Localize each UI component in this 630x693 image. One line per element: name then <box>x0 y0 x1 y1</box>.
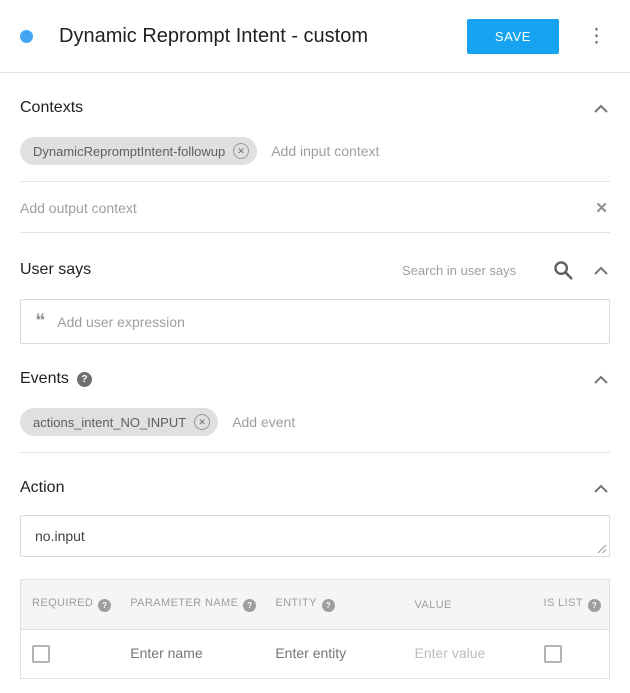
content: Contexts DynamicRepromptIntent-followup … <box>0 99 630 693</box>
add-user-expression-field[interactable] <box>57 314 595 330</box>
action-section-header: Action <box>20 479 610 497</box>
input-context-chip: DynamicRepromptIntent-followup ✕ <box>20 137 257 165</box>
parameter-name-help-icon[interactable]: ? <box>243 599 256 612</box>
events-help-icon[interactable]: ? <box>77 372 92 387</box>
kebab-menu-icon[interactable]: ⋮ <box>581 23 612 50</box>
events-collapse-chevron-up-icon[interactable] <box>592 373 610 386</box>
is-list-checkbox[interactable] <box>544 645 562 663</box>
parameters-table: REQUIRED? PARAMETER NAME? ENTITY? VALUE … <box>20 579 610 679</box>
add-event-field[interactable] <box>232 414 610 430</box>
value-field[interactable] <box>415 645 525 661</box>
action-collapse-chevron-up-icon[interactable] <box>592 482 610 495</box>
required-help-icon[interactable]: ? <box>98 599 111 612</box>
action-value[interactable]: no.input <box>35 528 85 544</box>
contexts-section-header: Contexts <box>20 99 610 117</box>
contexts-title: Contexts <box>20 99 83 117</box>
chip-close-icon[interactable]: ✕ <box>194 414 210 430</box>
add-input-context-field[interactable] <box>271 143 610 159</box>
events-row: actions_intent_NO_INPUT ✕ <box>20 408 610 436</box>
entity-help-icon[interactable]: ? <box>322 599 335 612</box>
events-underline <box>20 452 610 453</box>
output-context-row: ✕ <box>20 182 610 232</box>
output-context-underline <box>20 232 610 233</box>
search-user-says-input[interactable] <box>402 263 534 278</box>
contexts-collapse-chevron-up-icon[interactable] <box>592 102 610 115</box>
entity-field[interactable] <box>275 645 395 661</box>
add-output-context-field[interactable] <box>20 200 593 216</box>
column-header-parameter-name: PARAMETER NAME? <box>119 580 264 630</box>
intent-dot-icon <box>20 30 33 43</box>
user-says-collapse-chevron-up-icon[interactable] <box>592 264 610 277</box>
input-contexts-row: DynamicRepromptIntent-followup ✕ <box>20 137 610 165</box>
header-divider <box>0 72 630 73</box>
user-says-title: User says <box>20 261 91 279</box>
user-expression-box: ❝ <box>20 299 610 344</box>
input-context-chip-label: DynamicRepromptIntent-followup <box>33 144 225 159</box>
parameter-name-field[interactable] <box>130 645 256 661</box>
event-chip-label: actions_intent_NO_INPUT <box>33 415 186 430</box>
events-title: Events <box>20 370 69 388</box>
chip-close-icon[interactable]: ✕ <box>233 143 249 159</box>
intent-header: Dynamic Reprompt Intent - custom SAVE ⋮ <box>0 0 630 72</box>
resize-handle-icon[interactable] <box>597 544 607 554</box>
event-chip: actions_intent_NO_INPUT ✕ <box>20 408 218 436</box>
save-button[interactable]: SAVE <box>467 19 559 54</box>
intent-editor-page: Dynamic Reprompt Intent - custom SAVE ⋮ … <box>0 0 630 693</box>
required-checkbox[interactable] <box>32 645 50 663</box>
page-title: Dynamic Reprompt Intent - custom <box>59 25 467 48</box>
parameter-row <box>21 630 610 679</box>
column-header-is-list: IS LIST? <box>533 580 610 630</box>
column-header-entity: ENTITY? <box>264 580 403 630</box>
is-list-help-icon[interactable]: ? <box>588 599 601 612</box>
column-header-required: REQUIRED? <box>21 580 120 630</box>
search-icon[interactable] <box>552 259 574 281</box>
events-section-header: Events ? <box>20 370 610 388</box>
action-input-box[interactable]: no.input <box>20 515 610 557</box>
quote-icon: ❝ <box>35 312 45 331</box>
column-header-value: VALUE <box>404 580 533 630</box>
parameters-table-header-row: REQUIRED? PARAMETER NAME? ENTITY? VALUE … <box>21 580 610 630</box>
clear-contexts-icon[interactable]: ✕ <box>593 199 610 217</box>
user-says-section-header: User says <box>20 259 610 281</box>
action-title: Action <box>20 479 64 497</box>
